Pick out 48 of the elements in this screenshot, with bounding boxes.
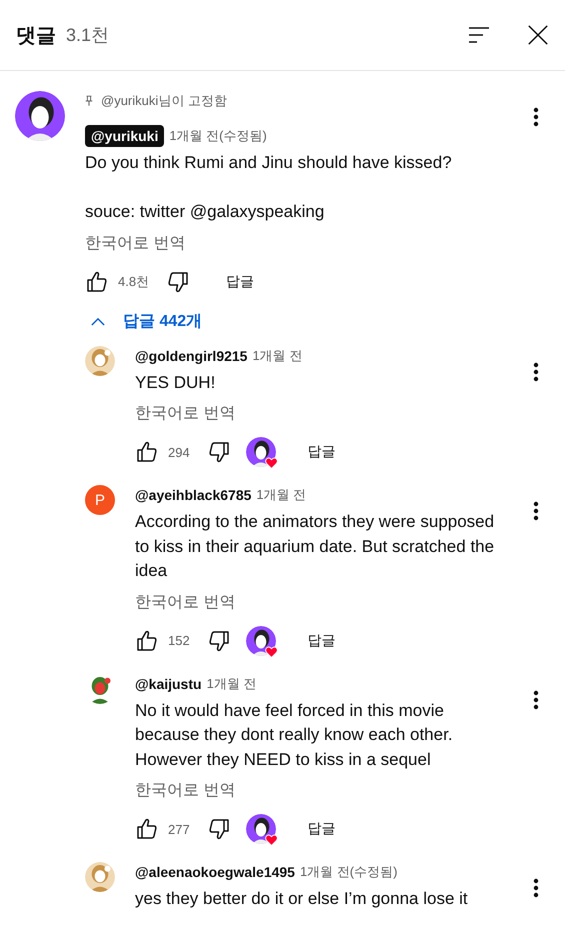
author-name[interactable]: @aleenaokoegwale1495 — [135, 864, 295, 880]
reply-button[interactable]: 답글 — [300, 439, 344, 465]
comment-count: 3.1천 — [66, 24, 110, 47]
translate-link[interactable]: 한국어로 번역 — [135, 403, 236, 425]
replies-toggle[interactable]: 답글 442개 — [85, 304, 202, 338]
dislike-icon[interactable] — [206, 817, 231, 841]
reply-button[interactable]: 답글 — [300, 816, 344, 842]
chevron-up-icon — [91, 316, 105, 326]
comment-time: 1개월 전(수정됨) — [169, 127, 267, 145]
comment-time: 1개월 전 — [256, 486, 306, 504]
more-options-icon[interactable] — [533, 107, 539, 127]
comment-text: Do you think Rumi and Jinu should have kissed? souce: twitter @galaxyspeaking — [85, 152, 453, 223]
like-count: 277 — [168, 822, 190, 836]
dislike-icon[interactable] — [166, 270, 190, 294]
pin-icon — [85, 95, 93, 107]
author-name[interactable]: @kaijustu — [135, 676, 202, 692]
more-options-icon[interactable] — [533, 878, 539, 898]
reply-button[interactable]: 답글 — [300, 628, 344, 654]
more-options-icon[interactable] — [533, 690, 539, 710]
translate-link[interactable]: 한국어로 번역 — [135, 780, 236, 802]
like-count: 294 — [168, 444, 190, 460]
dislike-icon[interactable] — [206, 440, 231, 464]
comments-title: 댓글 — [16, 24, 56, 48]
like-count: 152 — [168, 633, 190, 648]
comment-text: YES DUH! — [135, 372, 216, 394]
author-name[interactable]: @ayeihblack6785 — [135, 487, 252, 503]
author-name[interactable]: @yurikuki — [85, 125, 164, 147]
reply-button[interactable]: 답글 — [218, 268, 262, 294]
pinned-label: @yurikuki님이 고정함 — [101, 92, 227, 110]
like-count: 4.8천 — [118, 272, 150, 290]
comment-text: According to the animators they were supposed to kiss in their aquarium date. But scratched the idea — [135, 511, 496, 582]
more-options-icon[interactable] — [533, 362, 539, 382]
like-icon[interactable] — [85, 270, 109, 294]
close-icon[interactable] — [527, 24, 549, 46]
comment-time: 1개월 전(수정됨) — [300, 863, 398, 881]
comment-text: yes they better do it or else I’m gonna lose it — [135, 888, 469, 910]
more-options-icon[interactable] — [533, 501, 539, 521]
like-icon[interactable] — [135, 440, 159, 464]
comment-time: 1개월 전 — [206, 674, 256, 692]
comment-time: 1개월 전 — [252, 346, 302, 364]
translate-link[interactable]: 한국어로 번역 — [135, 592, 236, 614]
like-icon[interactable] — [135, 817, 159, 841]
dislike-icon[interactable] — [206, 628, 231, 652]
like-icon[interactable] — [135, 628, 159, 652]
translate-link[interactable]: 한국어로 번역 — [85, 232, 186, 254]
avatar: P — [85, 485, 115, 515]
author-name[interactable]: @goldengirl9215 — [135, 348, 248, 364]
comment-text: No it would have feel forced in this movie because they dont really know each other. However they NEED to kiss in a sequel — [135, 700, 454, 770]
